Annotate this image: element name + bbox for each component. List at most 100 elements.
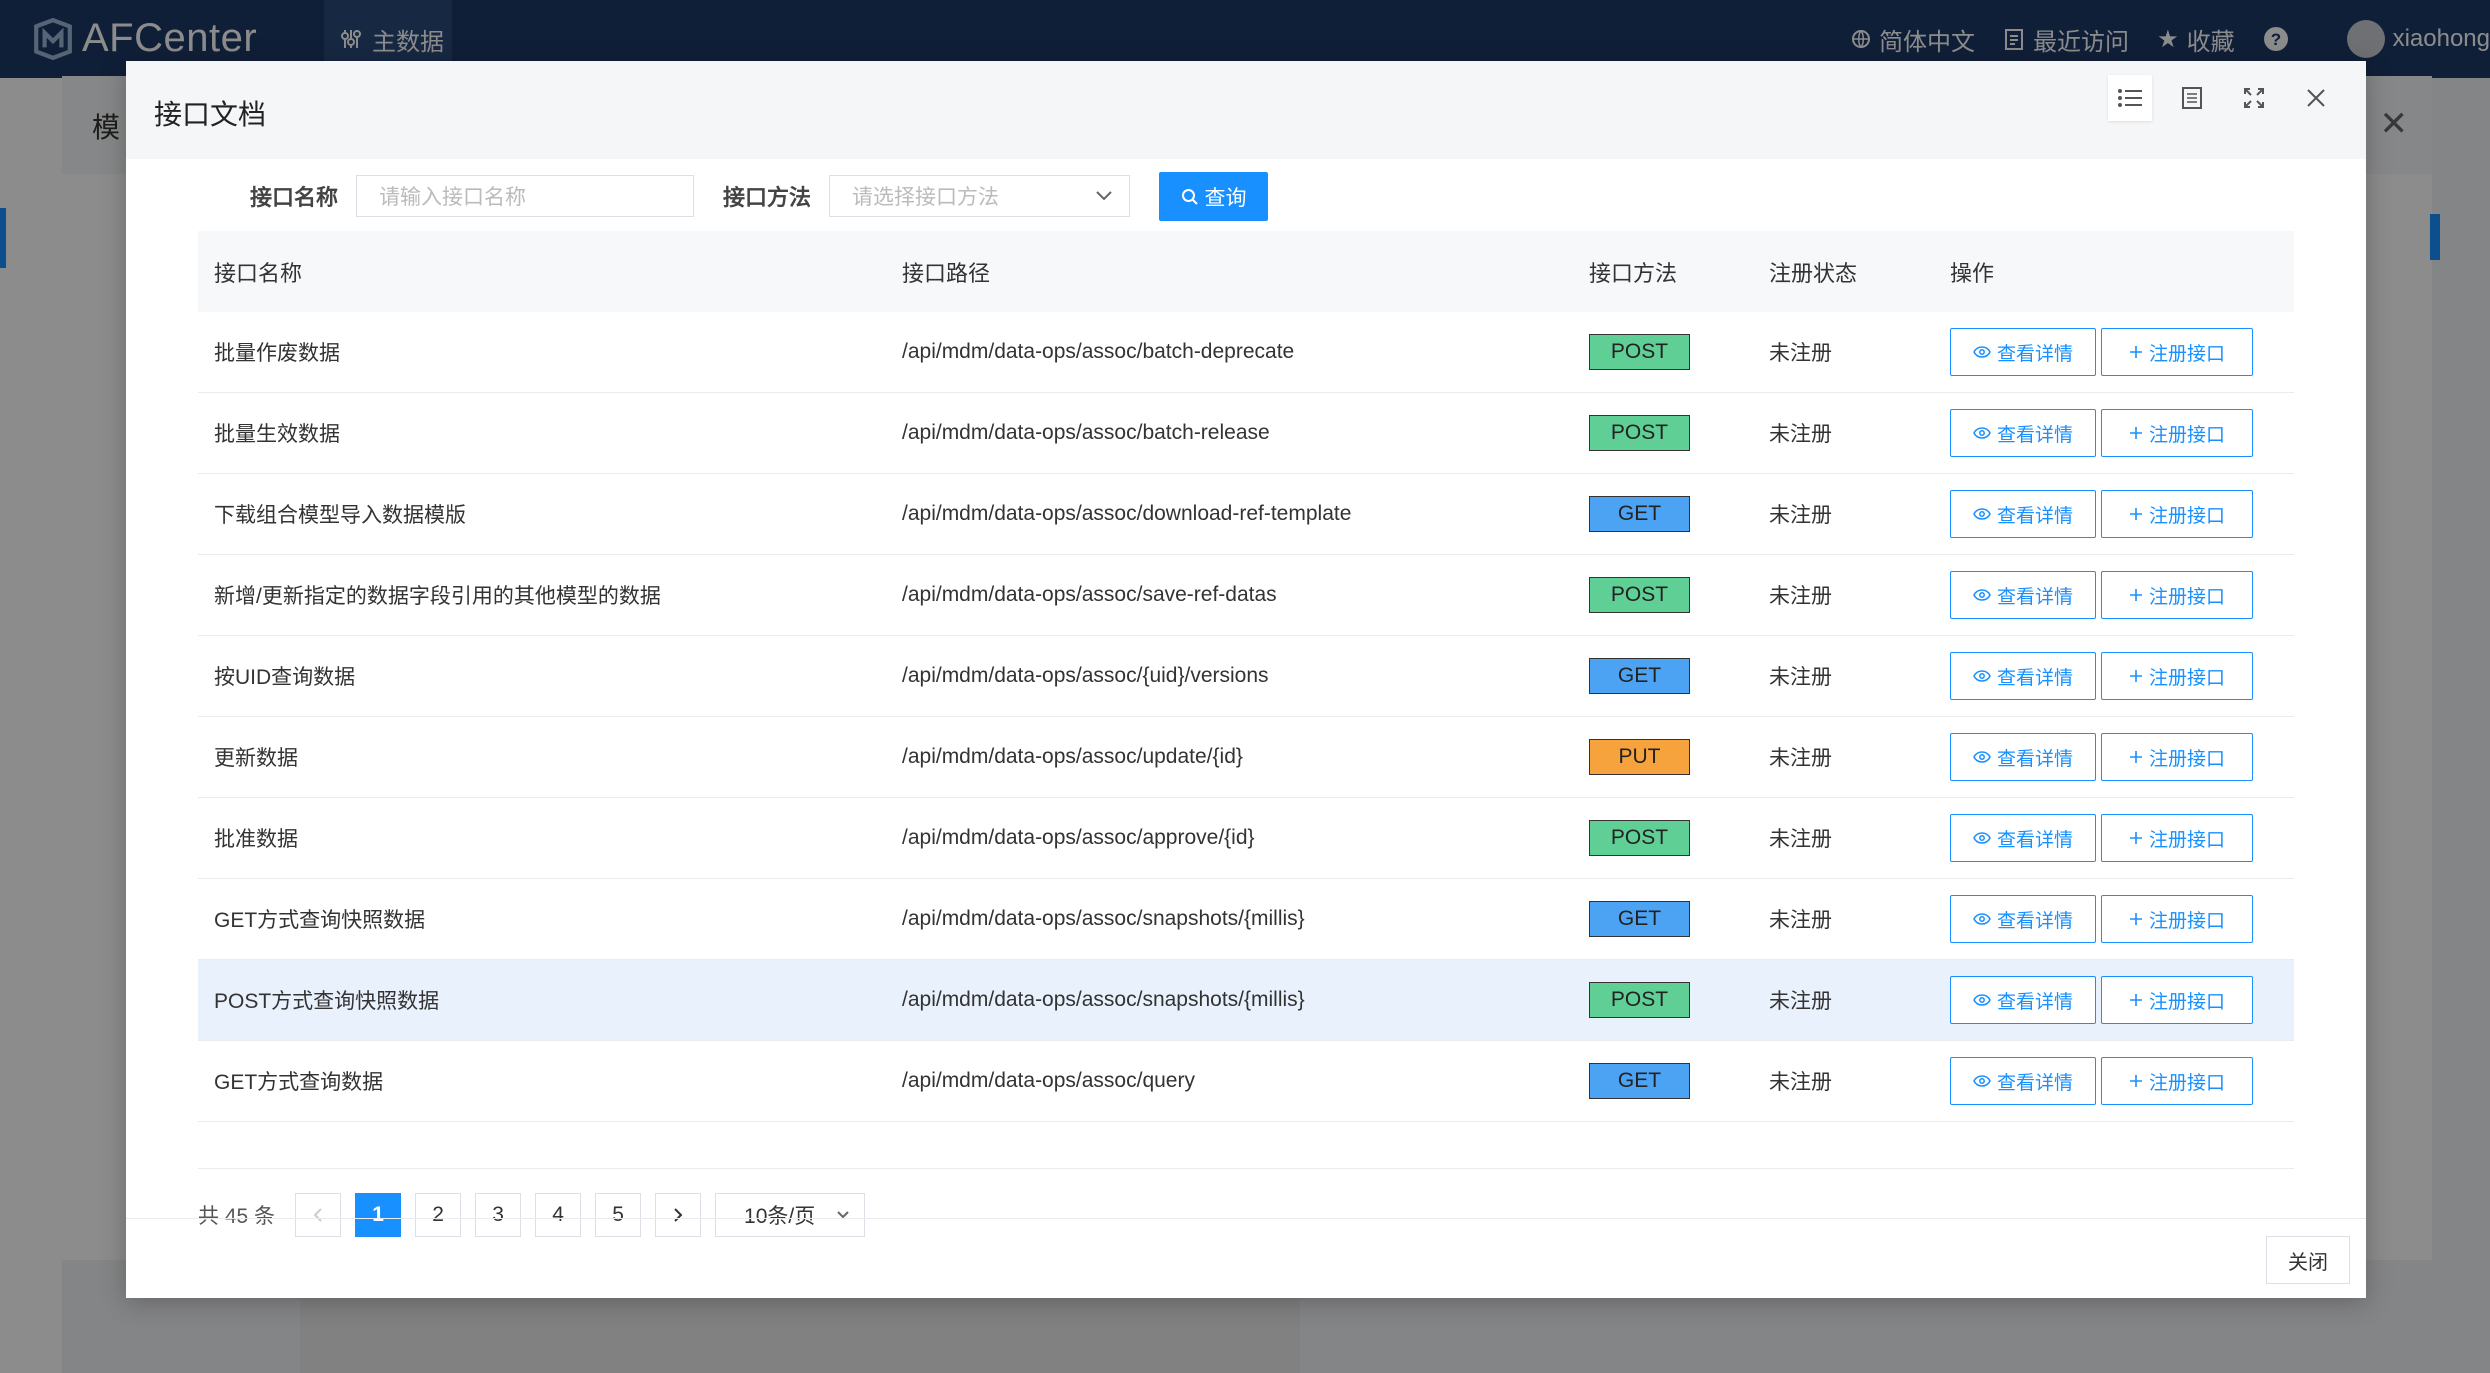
close-icon	[2307, 89, 2325, 107]
register-api-button[interactable]: 注册接口	[2101, 1057, 2253, 1105]
list-view-button[interactable]	[2108, 75, 2152, 121]
column-header-method: 接口方法	[1589, 260, 1678, 286]
plus-icon	[2129, 670, 2142, 682]
view-details-button[interactable]: 查看详情	[1950, 328, 2096, 376]
register-api-label: 注册接口	[2148, 424, 2225, 446]
plus-icon	[2129, 913, 2142, 925]
registration-status: 未注册	[1769, 342, 1832, 365]
view-details-button[interactable]: 查看详情	[1950, 490, 2096, 538]
chevron-down-icon	[1096, 191, 1112, 201]
registration-status: 未注册	[1769, 909, 1832, 932]
fullscreen-icon	[2244, 88, 2264, 108]
eye-icon	[1973, 913, 1991, 925]
page-button-2[interactable]: 2	[415, 1193, 462, 1237]
column-header-name: 接口名称	[214, 260, 303, 286]
register-api-button[interactable]: 注册接口	[2101, 328, 2253, 376]
register-api-button[interactable]: 注册接口	[2101, 409, 2253, 457]
view-details-button[interactable]: 查看详情	[1950, 1057, 2096, 1105]
register-api-label: 注册接口	[2148, 1072, 2225, 1094]
page-size-select[interactable]: 10条/页	[715, 1193, 866, 1237]
chevron-left-icon	[313, 1208, 322, 1222]
table-row: GET方式查询快照数据/api/mdm/data-ops/assoc/snaps…	[198, 879, 2294, 960]
modal-close-button[interactable]	[2294, 75, 2338, 121]
page-button-3[interactable]: 3	[475, 1193, 522, 1237]
view-details-label: 查看详情	[1996, 586, 2073, 608]
register-api-button[interactable]: 注册接口	[2101, 652, 2253, 700]
prev-page-button[interactable]	[295, 1193, 342, 1237]
api-name: GET方式查询数据	[214, 1071, 384, 1094]
plus-icon	[2129, 994, 2142, 1006]
api-path: /api/mdm/data-ops/assoc/batch-release	[902, 421, 1270, 444]
next-page-button[interactable]	[655, 1193, 702, 1237]
eye-icon	[1973, 508, 1991, 520]
eye-icon	[1973, 1075, 1991, 1087]
registration-status: 未注册	[1769, 1071, 1832, 1094]
name-search-input[interactable]: 请输入接口名称	[356, 175, 695, 217]
api-name: 批量生效数据	[214, 423, 340, 446]
api-path: /api/mdm/data-ops/assoc/snapshots/{milli…	[902, 988, 1305, 1011]
register-api-label: 注册接口	[2148, 505, 2225, 527]
list-icon	[2118, 89, 2142, 107]
api-path: /api/mdm/data-ops/assoc/approve/{id}	[902, 826, 1255, 849]
method-badge: POST	[1589, 415, 1690, 451]
method-select-placeholder: 请选择接口方法	[852, 186, 1000, 209]
api-table: 接口名称 接口路径 接口方法 注册状态 操作 批量作废数据/api/mdm/da…	[198, 231, 2294, 1122]
api-path: /api/mdm/data-ops/assoc/update/{id}	[902, 745, 1243, 768]
register-api-button[interactable]: 注册接口	[2101, 976, 2253, 1024]
registration-status: 未注册	[1769, 828, 1832, 851]
view-details-label: 查看详情	[1996, 910, 2073, 932]
view-details-label: 查看详情	[1996, 343, 2073, 365]
plus-icon	[2129, 751, 2142, 763]
table-row: 更新数据/api/mdm/data-ops/assoc/update/{id} P…	[198, 717, 2294, 798]
eye-icon	[1973, 346, 1991, 358]
eye-icon	[1973, 427, 1991, 439]
document-view-button[interactable]	[2170, 75, 2214, 121]
view-details-button[interactable]: 查看详情	[1950, 733, 2096, 781]
fullscreen-button[interactable]	[2232, 75, 2276, 121]
method-filter-label: 接口方法	[723, 185, 812, 210]
register-api-button[interactable]: 注册接口	[2101, 571, 2253, 619]
pagination: 共 45 条 1 2 3 4 5 10条/页	[198, 1192, 866, 1238]
query-button[interactable]: 查询	[1159, 172, 1268, 221]
api-path: /api/mdm/data-ops/assoc/query	[902, 1069, 1195, 1092]
register-api-label: 注册接口	[2148, 586, 2225, 608]
view-details-button[interactable]: 查看详情	[1950, 652, 2096, 700]
view-details-label: 查看详情	[1996, 748, 2073, 770]
register-api-label: 注册接口	[2148, 667, 2225, 689]
eye-icon	[1973, 589, 1991, 601]
table-row: 新增/更新指定的数据字段引用的其他模型的数据/api/mdm/data-ops/…	[198, 555, 2294, 636]
registration-status: 未注册	[1769, 423, 1832, 446]
name-search-placeholder: 请输入接口名称	[379, 186, 527, 209]
method-badge: GET	[1589, 496, 1690, 532]
register-api-button[interactable]: 注册接口	[2101, 895, 2253, 943]
plus-icon	[2129, 346, 2142, 358]
method-select[interactable]: 请选择接口方法	[829, 175, 1131, 217]
page-button-4[interactable]: 4	[535, 1193, 582, 1237]
table-row: 批量生效数据/api/mdm/data-ops/assoc/batch-rele…	[198, 393, 2294, 474]
plus-icon	[2129, 508, 2142, 520]
api-name: 批准数据	[214, 828, 298, 851]
view-details-button[interactable]: 查看详情	[1950, 814, 2096, 862]
api-doc-modal: 接口文档 接口名称 请输入接口名称 接口方法 请选择接口方法 查询 接口名称 接…	[126, 61, 2366, 1298]
register-api-label: 注册接口	[2148, 829, 2225, 851]
register-api-button[interactable]: 注册接口	[2101, 733, 2253, 781]
method-badge: GET	[1589, 901, 1690, 937]
page-button-1[interactable]: 1	[355, 1193, 402, 1237]
registration-status: 未注册	[1769, 504, 1832, 527]
total-count: 共 45 条	[198, 1205, 276, 1228]
view-details-button[interactable]: 查看详情	[1950, 409, 2096, 457]
view-details-button[interactable]: 查看详情	[1950, 571, 2096, 619]
pagination-divider	[198, 1168, 2294, 1169]
register-api-button[interactable]: 注册接口	[2101, 490, 2253, 538]
api-name: POST方式查询快照数据	[214, 990, 440, 1013]
register-api-button[interactable]: 注册接口	[2101, 814, 2253, 862]
close-button[interactable]: 关闭	[2266, 1236, 2350, 1284]
view-details-button[interactable]: 查看详情	[1950, 895, 2096, 943]
api-path: /api/mdm/data-ops/assoc/download-ref-tem…	[902, 502, 1352, 525]
table-row: 按UID查询数据/api/mdm/data-ops/assoc/{uid}/ve…	[198, 636, 2294, 717]
register-api-label: 注册接口	[2148, 910, 2225, 932]
table-body: 批量作废数据/api/mdm/data-ops/assoc/batch-depr…	[198, 312, 2294, 1122]
view-details-button[interactable]: 查看详情	[1950, 976, 2096, 1024]
page-button-5[interactable]: 5	[595, 1193, 642, 1237]
table-row: 下载组合模型导入数据模版/api/mdm/data-ops/assoc/down…	[198, 474, 2294, 555]
